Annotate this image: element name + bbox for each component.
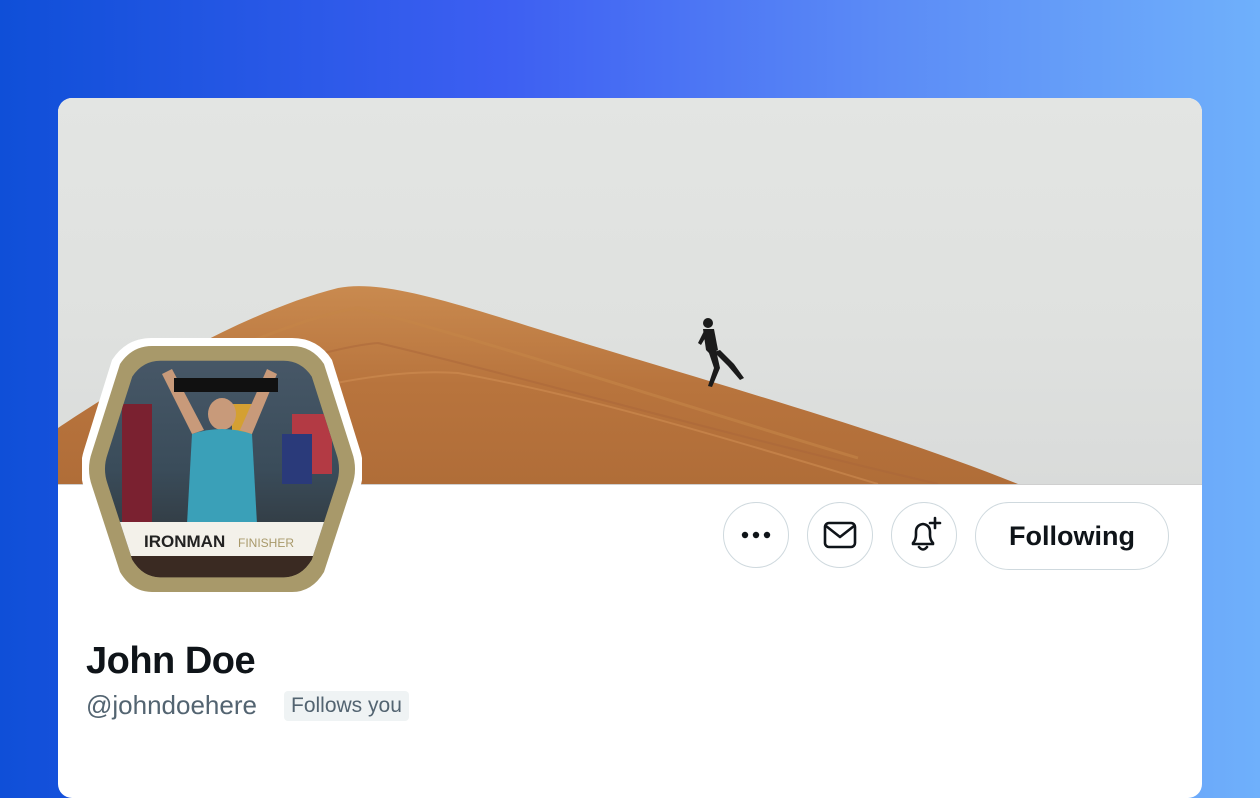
notifications-button[interactable]	[891, 502, 957, 568]
message-button[interactable]	[807, 502, 873, 568]
profile-handle: @johndoehere	[86, 690, 257, 720]
bell-plus-icon	[911, 516, 942, 551]
runner-silhouette	[698, 318, 744, 387]
profile-name: John Doe	[86, 640, 256, 682]
profile-actions: Following	[0, 502, 1260, 572]
mail-icon	[823, 521, 857, 549]
following-button-label: Following	[1009, 520, 1135, 551]
more-button[interactable]	[723, 502, 789, 568]
follows-you-badge: Follows you	[284, 691, 409, 721]
following-button[interactable]: Following	[975, 502, 1169, 570]
more-icon	[741, 531, 771, 539]
